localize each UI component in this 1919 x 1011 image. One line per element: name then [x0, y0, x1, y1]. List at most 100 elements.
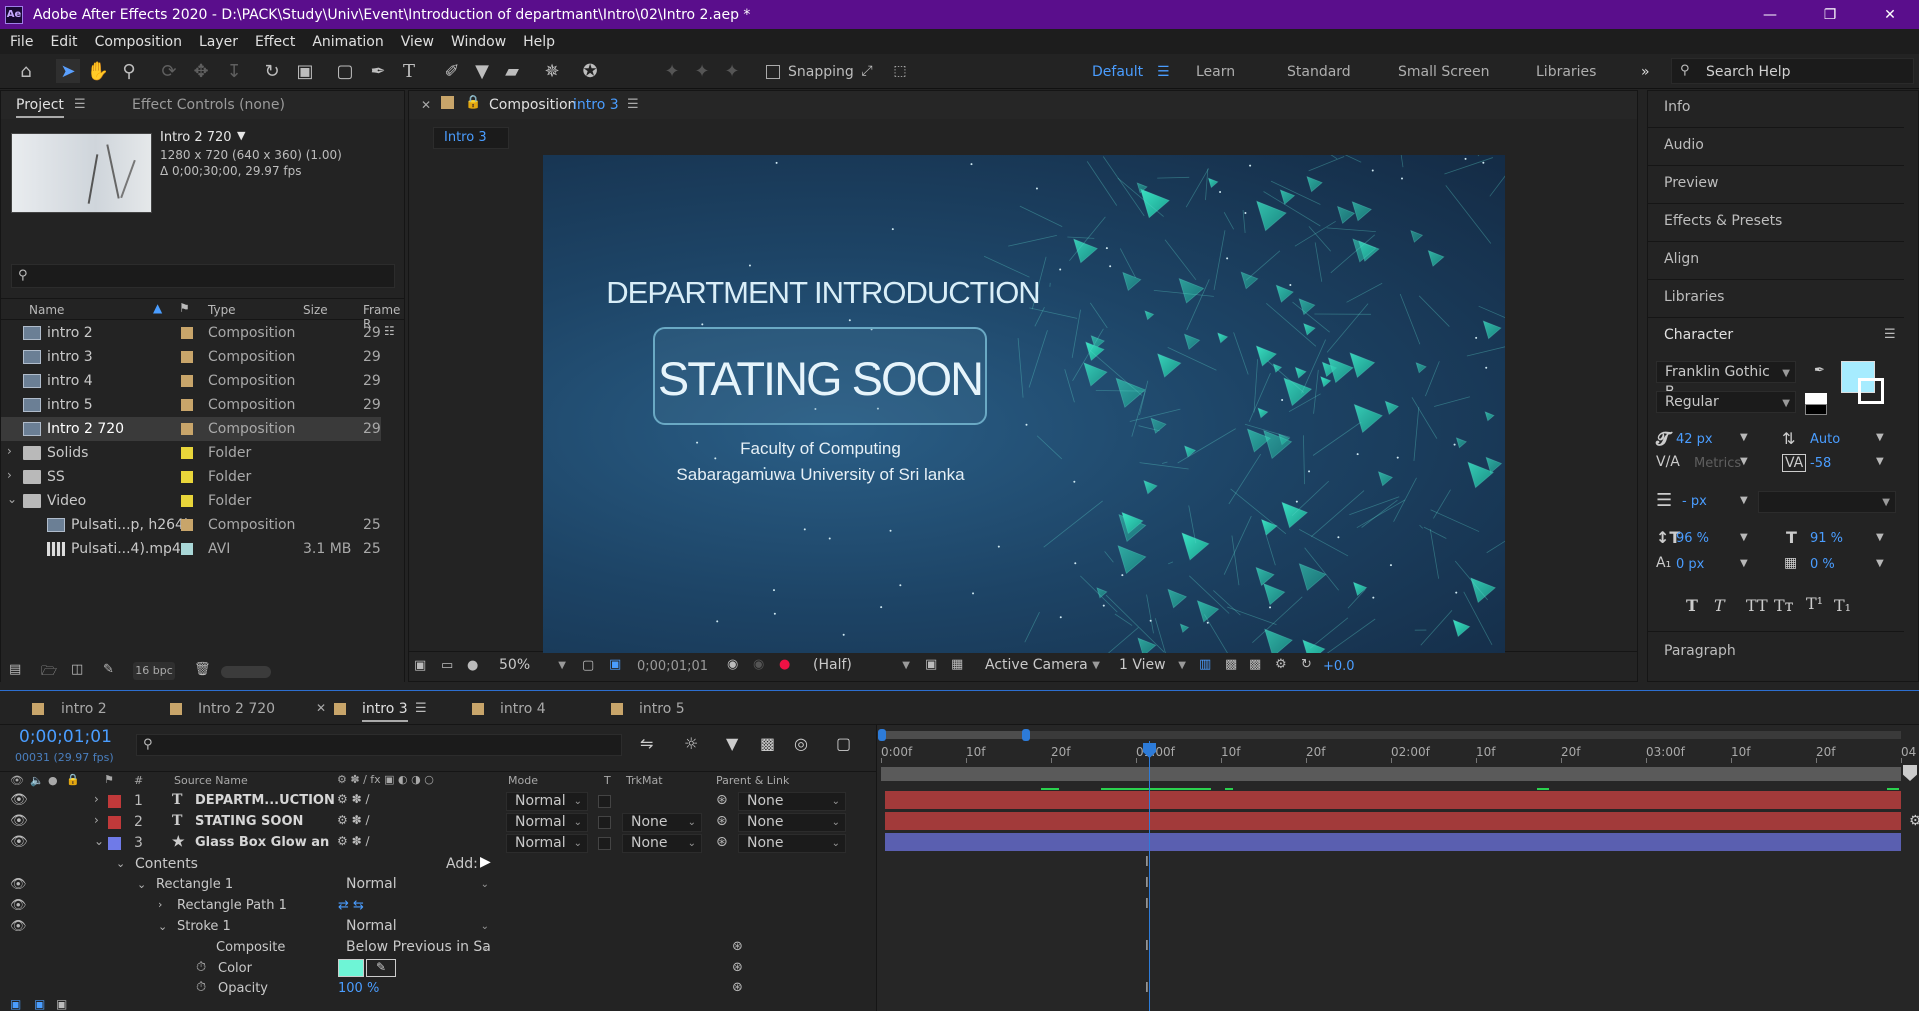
- time-graph[interactable]: 0:00f10f20f01:00f10f20f02:00f10f20f03:00…: [876, 725, 1919, 1011]
- workspace-overflow-icon[interactable]: »: [1641, 64, 1650, 80]
- solo-icon[interactable]: ●: [48, 774, 58, 787]
- navigator-start-handle[interactable]: [878, 729, 886, 741]
- project-item[interactable]: intro 3 Composition 29: [1, 345, 381, 369]
- pen-tool-icon[interactable]: ✒: [366, 59, 390, 83]
- shy-layers-icon[interactable]: ▼: [726, 734, 738, 753]
- menu-edit[interactable]: Edit: [50, 34, 77, 50]
- preserve-transparency-toggle[interactable]: [598, 795, 611, 808]
- toggle-pixel-aspect-icon[interactable]: ▥: [1199, 657, 1211, 672]
- trash-icon[interactable]: 🗑: [194, 662, 211, 677]
- keyframe-marker[interactable]: I: [1145, 876, 1149, 891]
- transparency-grid-icon[interactable]: ▦: [951, 657, 963, 672]
- comp-flowchart-tab[interactable]: Intro 3: [444, 130, 487, 145]
- faux-bold-button[interactable]: T: [1686, 596, 1698, 615]
- timeline-tab-intro-3[interactable]: intro 3: [362, 701, 408, 722]
- panel-libraries[interactable]: Libraries: [1664, 289, 1724, 305]
- preserve-transparency-toggle[interactable]: [598, 837, 611, 850]
- workspace-learn[interactable]: Learn: [1196, 64, 1235, 80]
- panel-audio[interactable]: Audio: [1664, 137, 1704, 153]
- audio-icon[interactable]: 🔈: [30, 774, 44, 787]
- visibility-icon[interactable]: 👁: [10, 919, 27, 934]
- restore-button[interactable]: ❐: [1806, 0, 1854, 29]
- camera-dropdown[interactable]: Active Camera ▼: [977, 657, 1105, 676]
- label-color-swatch[interactable]: [181, 399, 193, 411]
- playhead[interactable]: [1149, 741, 1150, 1011]
- chevron-down-icon[interactable]: ▼: [1876, 558, 1884, 569]
- font-size-value[interactable]: 42 px: [1676, 432, 1713, 447]
- layer-switches-icon[interactable]: ⚙ ✽ ∕: [337, 792, 369, 806]
- chevron-right-icon[interactable]: ›: [94, 792, 99, 806]
- region-of-interest-icon[interactable]: ▣: [925, 657, 937, 672]
- clone-stamp-tool-icon[interactable]: ▼: [470, 59, 494, 83]
- time-navigator[interactable]: [878, 729, 1901, 741]
- font-family-dropdown[interactable]: Franklin Gothic B...▼: [1656, 361, 1796, 400]
- horizontal-scale-value[interactable]: 91 %: [1810, 531, 1843, 546]
- new-composition-icon[interactable]: ◫: [71, 662, 83, 677]
- layer-switches-icon[interactable]: ⚙ ✽ ∕: [337, 834, 369, 848]
- kerning-value[interactable]: Metrics: [1694, 456, 1741, 471]
- chevron-down-icon[interactable]: ▼: [1740, 432, 1748, 443]
- local-axis-icon[interactable]: ✦: [660, 59, 684, 83]
- flowchart-icon[interactable]: ☷: [384, 324, 395, 338]
- expression-pickwhip-icon[interactable]: ⊛: [732, 939, 743, 954]
- chevron-down-icon[interactable]: ⌄: [158, 920, 167, 933]
- modes-toggle-icon[interactable]: ▣: [34, 997, 45, 1011]
- stroke-color-swatch[interactable]: [338, 959, 364, 977]
- snap-features-icon[interactable]: ⬚: [888, 59, 912, 83]
- menu-animation[interactable]: Animation: [312, 34, 383, 50]
- label-color-swatch[interactable]: [181, 447, 193, 459]
- rectangle-tool-icon[interactable]: ▢: [333, 59, 357, 83]
- menu-window[interactable]: Window: [451, 34, 506, 50]
- parent-pickwhip-icon[interactable]: ⊛: [716, 813, 728, 829]
- snapping-checkbox[interactable]: [766, 65, 780, 79]
- layer-trkmat-dropdown[interactable]: None ⌄: [622, 813, 702, 832]
- chevron-right-icon[interactable]: ›: [7, 444, 12, 458]
- stroke-color-swatch[interactable]: [1858, 378, 1884, 404]
- pan-behind-icon[interactable]: ✥: [189, 59, 213, 83]
- black-swatch[interactable]: [1805, 404, 1827, 415]
- layer-mode-dropdown[interactable]: Normal ⌄: [506, 813, 588, 832]
- keyframe-marker[interactable]: I: [1145, 939, 1149, 954]
- selection-tool-icon[interactable]: ➤: [56, 59, 80, 83]
- timeline-search-input[interactable]: ⚲: [136, 734, 622, 756]
- hand-tool-icon[interactable]: ✋: [86, 59, 110, 83]
- anchor-point-tool-icon[interactable]: ▣: [293, 59, 317, 83]
- draft-3d-icon[interactable]: ☼: [684, 734, 698, 753]
- flowchart-icon[interactable]: ⚙: [1275, 657, 1287, 672]
- chevron-down-icon[interactable]: ▼: [1740, 558, 1748, 569]
- layer-mode-dropdown[interactable]: Normal ⌄: [506, 792, 588, 811]
- panel-align[interactable]: Align: [1664, 251, 1699, 267]
- tab-project[interactable]: Project: [16, 97, 64, 118]
- layer-row[interactable]: 👁 › 2 T STATING SOON ⚙ ✽ ∕ Normal ⌄ None ⌄ ⊛ None ⌄: [0, 812, 876, 833]
- faux-italic-button[interactable]: T: [1714, 596, 1725, 615]
- project-item[interactable]: intro 2 Composition 29 ☷: [1, 321, 395, 345]
- chevron-down-icon[interactable]: ▼: [1876, 432, 1884, 443]
- preserve-transparency-toggle[interactable]: [598, 816, 611, 829]
- navigator-end-handle[interactable]: [1022, 729, 1030, 741]
- frame-blending-icon[interactable]: ▩: [760, 734, 775, 753]
- chevron-down-icon[interactable]: ⌄: [7, 492, 17, 506]
- layer-trkmat-dropdown[interactable]: None ⌄: [622, 834, 702, 853]
- composite-dropdown[interactable]: Below Previous in Sa ⌄: [338, 939, 494, 958]
- column-size[interactable]: Size: [303, 303, 328, 317]
- chevron-down-icon[interactable]: ▼: [237, 129, 245, 142]
- eraser-tool-icon[interactable]: ▰: [500, 59, 524, 83]
- project-item[interactable]: intro 4 Composition 29: [1, 369, 381, 393]
- column-parent-link[interactable]: Parent & Link: [716, 774, 789, 787]
- comp-mini-flowchart-icon[interactable]: ⇋: [640, 734, 653, 753]
- visibility-icon[interactable]: 👁: [10, 877, 27, 892]
- motion-blur-icon[interactable]: ◎: [794, 734, 808, 753]
- snap-edges-icon[interactable]: ⤢: [855, 59, 879, 83]
- comp-menu-icon[interactable]: ☰: [627, 97, 639, 112]
- workspace-default[interactable]: Default: [1092, 64, 1143, 80]
- chevron-right-icon[interactable]: ⌄: [94, 834, 104, 848]
- keyframe-marker[interactable]: I: [1145, 855, 1149, 870]
- tsume-value[interactable]: 0 %: [1810, 557, 1835, 572]
- character-menu-icon[interactable]: ☰: [1884, 327, 1896, 342]
- all-caps-button[interactable]: TT: [1746, 596, 1768, 615]
- chevron-down-icon[interactable]: ▼: [1876, 532, 1884, 543]
- chevron-down-icon[interactable]: ⌄: [116, 857, 125, 870]
- label-color-swatch[interactable]: [181, 375, 193, 387]
- layer-row[interactable]: 👁 ⌄ 3 ★ Glass Box Glow an ⚙ ✽ ∕ Normal ⌄ None ⌄ ⊛ N…: [0, 833, 876, 854]
- workspace-small-screen[interactable]: Small Screen: [1398, 64, 1489, 80]
